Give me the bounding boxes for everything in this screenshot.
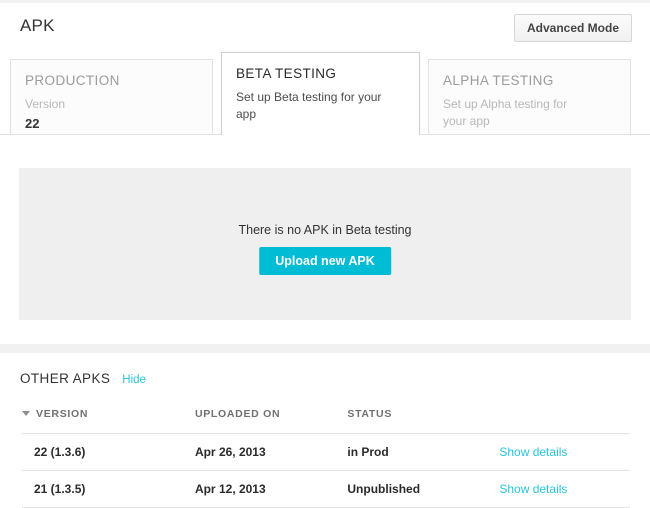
- show-details-link[interactable]: Show details: [499, 445, 567, 459]
- row-actions: Show details: [499, 434, 630, 471]
- apk-card-header: APK Advanced Mode: [0, 3, 650, 51]
- row-status: in Prod: [347, 434, 499, 471]
- column-header-status[interactable]: STATUS: [347, 408, 499, 434]
- other-apks-title: OTHER APKS: [20, 371, 110, 386]
- other-apks-header: OTHER APKS Hide: [20, 371, 146, 386]
- row-version: 22 (1.3.6): [22, 434, 195, 471]
- tab-beta-testing-subtitle: Set up Beta testing for your app: [236, 89, 386, 123]
- empty-state-message: There is no APK in Beta testing: [19, 223, 631, 237]
- row-uploaded-on: Apr 12, 2013: [195, 471, 347, 508]
- page-title: APK: [20, 16, 55, 36]
- apk-card: APK Advanced Mode PRODUCTION Version 22 …: [0, 3, 650, 344]
- other-apks-table: VERSION UPLOADED ON STATUS 22 (1.3.6) Ap…: [22, 408, 630, 508]
- row-version: 21 (1.3.5): [22, 471, 195, 508]
- column-header-version-label: VERSION: [36, 408, 88, 420]
- upload-new-apk-button[interactable]: Upload new APK: [259, 247, 391, 275]
- tab-alpha-testing[interactable]: ALPHA TESTING Set up Alpha testing for y…: [428, 59, 631, 135]
- advanced-mode-button[interactable]: Advanced Mode: [514, 14, 632, 42]
- column-header-actions: [499, 408, 630, 434]
- hide-link[interactable]: Hide: [122, 374, 146, 386]
- table-body: 22 (1.3.6) Apr 26, 2013 in Prod Show det…: [22, 434, 630, 508]
- tab-alpha-testing-title: ALPHA TESTING: [443, 73, 630, 88]
- tab-beta-testing-title: BETA TESTING: [236, 66, 419, 81]
- row-actions: Show details: [499, 471, 630, 508]
- row-uploaded-on: Apr 26, 2013: [195, 434, 347, 471]
- tab-alpha-testing-subtitle: Set up Alpha testing for your app: [443, 96, 593, 130]
- beta-empty-state-panel: There is no APK in Beta testing Upload n…: [19, 168, 631, 320]
- tab-beta-testing[interactable]: BETA TESTING Set up Beta testing for you…: [221, 52, 420, 135]
- other-apks-card: OTHER APKS Hide VERSION UPLOADED ON STAT…: [0, 353, 650, 507]
- column-header-version[interactable]: VERSION: [22, 408, 195, 434]
- tab-production-version-value: 22: [25, 116, 212, 131]
- apk-track-tabs: PRODUCTION Version 22 BETA TESTING Set u…: [0, 51, 650, 135]
- column-header-uploaded-on[interactable]: UPLOADED ON: [195, 408, 347, 434]
- page-background: APK Advanced Mode PRODUCTION Version 22 …: [0, 0, 650, 507]
- tab-production-version-label: Version: [25, 96, 175, 113]
- table-header-row: VERSION UPLOADED ON STATUS: [22, 408, 630, 434]
- card-separator-gap: [0, 344, 650, 353]
- tab-production-title: PRODUCTION: [25, 73, 212, 88]
- row-status: Unpublished: [347, 471, 499, 508]
- tab-production[interactable]: PRODUCTION Version 22: [10, 59, 213, 135]
- table-head: VERSION UPLOADED ON STATUS: [22, 408, 630, 434]
- show-details-link[interactable]: Show details: [499, 482, 567, 496]
- table-row: 22 (1.3.6) Apr 26, 2013 in Prod Show det…: [22, 434, 630, 471]
- sort-descending-icon: [22, 411, 30, 416]
- table-row: 21 (1.3.5) Apr 12, 2013 Unpublished Show…: [22, 471, 630, 508]
